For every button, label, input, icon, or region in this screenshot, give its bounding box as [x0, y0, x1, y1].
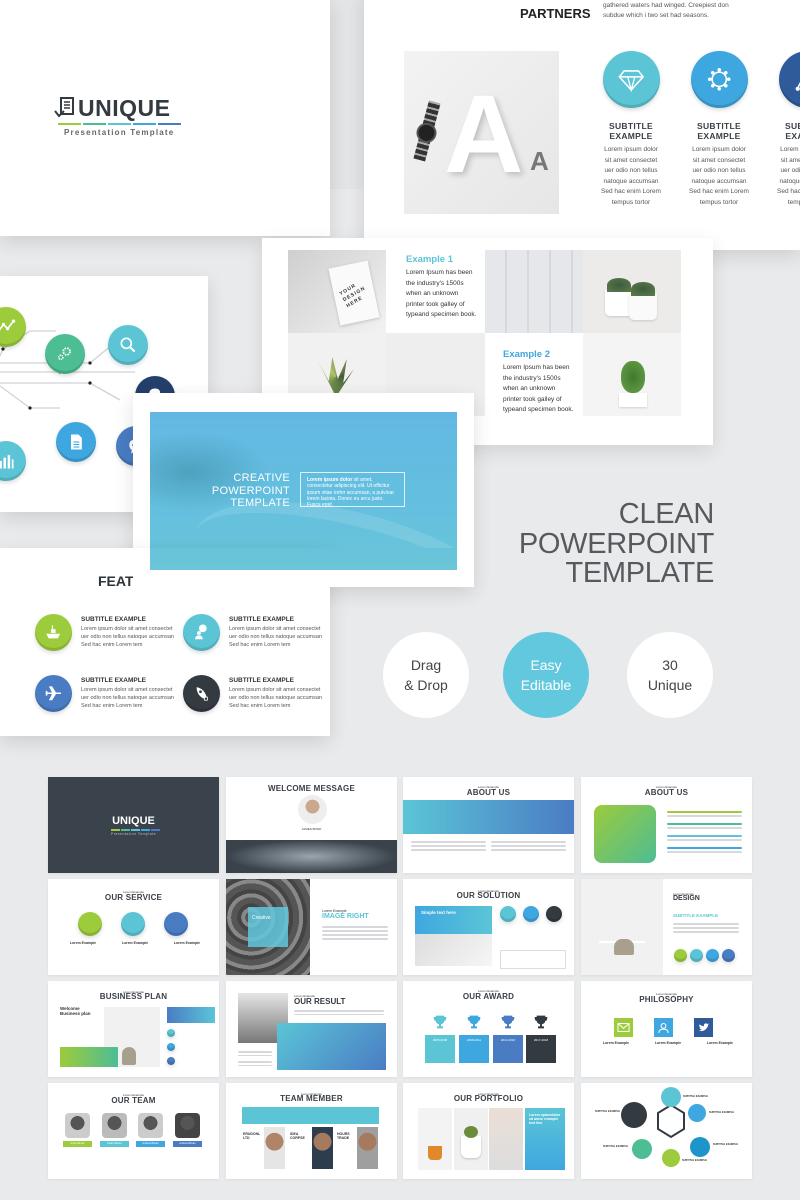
badge-30-unique: 30 Unique [627, 632, 713, 718]
succulents-photo [583, 250, 681, 333]
partner-item-title: SUBTITLE EXAMPLE [785, 121, 800, 141]
award-item: 2008-2011 [459, 1014, 489, 1063]
award-item: 2005-2008 [425, 1014, 455, 1063]
portrait [298, 795, 327, 824]
trophy-icon [433, 1015, 447, 1029]
document-check-icon [54, 97, 74, 118]
headline-line: TEMPLATE [565, 557, 714, 589]
gears-icon [58, 347, 71, 361]
pen-tool-icon [795, 81, 800, 92]
partner-item-text: Lorem ipsum dolorsit amet consectetuer o… [601, 146, 661, 206]
thumbnail-hexagon-infographic[interactable]: SUBTITLE EXAMPLE SUBTITLE EXAMPLE SUBTIT… [581, 1083, 752, 1179]
trophy-icon [534, 1015, 548, 1029]
headline: CLEAN POWERPOINT TEMPLATE [480, 498, 715, 589]
mockup-photo: YOUR DESIGN HERE [288, 250, 386, 333]
award-item: 2013-2016 [493, 1014, 523, 1063]
thumb-logo: UNIQUE [112, 815, 155, 827]
thumbnail-team-member[interactable]: Lorem Example TEAM MEMBER ERUDONL LTD ID… [226, 1083, 397, 1179]
thumbnail-our-team[interactable]: Lorem Example OUR TEAM Angie Binder Pedr… [48, 1083, 219, 1179]
hero-slide: UNIQUE Presentation Template [0, 0, 330, 236]
thumbnail-philosophy[interactable]: Lorem Example PHILOSOPHY Lorem Example Lo… [581, 981, 752, 1077]
thumbnail-cover[interactable]: UNIQUE Presentation Template [48, 777, 219, 873]
thumbnail-business-plan[interactable]: Lorem Example BUSINESS PLAN Welcome Busi… [48, 981, 219, 1077]
partner-item: SUBTITLE EXAMPLE Lorem ipsum dolorsit am… [762, 51, 800, 208]
twitter-icon [698, 1023, 710, 1032]
thumbnail-image-right[interactable]: Creative Lorem Example IMAGE RIGHT [226, 879, 397, 975]
pen-tool-icon-circle [778, 51, 800, 108]
partners-intro: gathered waters had winged. Creepiest do… [603, 2, 729, 19]
award-item: 2017-2018 [526, 1014, 556, 1063]
small-letter-a: A [530, 146, 549, 176]
rocket-icon [196, 687, 209, 701]
partners-slide: OUR PARTNERS gathered waters had winged.… [364, 0, 800, 250]
partner-item-text: Lorem ipsum dolorsit amet consectetuer o… [777, 146, 800, 206]
search-icon [120, 337, 136, 353]
partner-item: SUBTITLE EXAMPLE Lorem ipsum dolorsit am… [586, 51, 676, 208]
letter-a-photo: A A [404, 51, 559, 214]
thumbnail-our-portfolio[interactable]: Lorem Example OUR PORTFOLIO Lorem optumd… [403, 1083, 574, 1179]
thumbnail-our-result[interactable]: Lorem Example OUR RESULT [226, 981, 397, 1077]
network-icon [707, 68, 731, 91]
idea-person-icon [195, 624, 207, 640]
logo-color-bar [58, 123, 181, 125]
thumbnail-design[interactable]: Lorem Example DESIGN SUBTITLE EXAMPLE [581, 879, 752, 975]
example-2-block: Example 2 Lorem Ipsum has been the indust… [503, 349, 574, 413]
badge-drag-drop: Drag & Drop [383, 632, 469, 718]
network-icon-circle [690, 51, 748, 108]
thumbnail-our-solution[interactable]: Lorem Example OUR SOLUTION Simple text h… [403, 879, 574, 975]
user-icon [658, 1023, 669, 1034]
thumbnail-welcome[interactable]: WELCOME MESSAGE JAMES BOND [226, 777, 397, 873]
network-node [45, 334, 85, 374]
headline-line: CLEAN [618, 498, 715, 530]
mail-icon [617, 1023, 630, 1032]
features-title-partial: FEAT [98, 573, 134, 589]
feature-item-title: SUBTITLE EXAMPLE [229, 677, 295, 684]
creative-title: CREATIVE POWERPOINT TEMPLATE [211, 472, 290, 509]
logo-subtitle: Presentation Template [64, 128, 175, 137]
example-1-title: Example 1 [406, 254, 453, 265]
diamond-icon [618, 70, 644, 93]
wristwatch [413, 100, 441, 162]
trophy-icon [501, 1015, 515, 1029]
document-icon [71, 434, 82, 450]
thumbnail-about-us-1[interactable]: Lorem Example ABOUT US [403, 777, 574, 873]
airplane-icon [45, 686, 62, 701]
thumbnail-our-award[interactable]: Lorem Example OUR AWARD 2005-2008 2008-2… [403, 981, 574, 1077]
partners-title-partial: OUR [529, 0, 562, 3]
potted-plant-photo [583, 333, 681, 416]
trophy-icon [467, 1015, 481, 1029]
example-2-title: Example 2 [503, 349, 550, 360]
partner-item-title: SUBTITLE EXAMPLE [609, 121, 653, 141]
feature-item-title: SUBTITLE EXAMPLE [81, 677, 147, 684]
headline-line: POWERPOINT [518, 527, 714, 560]
network-node [108, 325, 148, 365]
partner-item-title: SUBTITLE EXAMPLE [697, 121, 741, 141]
thumbnail-our-service[interactable]: Lorem Example OUR SERVICE Lorem Example L… [48, 879, 219, 975]
ship-icon [46, 625, 61, 639]
big-letter-a: A [444, 73, 524, 196]
hexagon-diagram [621, 1087, 710, 1167]
building-photo [485, 250, 583, 333]
network-node [56, 422, 96, 462]
logo-text: UNIQUE [78, 95, 171, 121]
partners-title: PARTNERS [520, 6, 591, 21]
partner-item-text: Lorem ipsum dolorsit amet consectetuer o… [689, 146, 749, 206]
partner-item: SUBTITLE EXAMPLE Lorem ipsum dolorsit am… [674, 51, 764, 208]
creative-slide-overlap [133, 548, 474, 587]
diamond-icon-circle [602, 51, 660, 108]
badge-easy-editable: Easy Editable [503, 632, 589, 718]
bar-chart-icon [0, 455, 14, 469]
chart-line-icon [0, 319, 16, 331]
feature-item-title: SUBTITLE EXAMPLE [81, 616, 147, 623]
thumbnail-about-us-2[interactable]: Lorem Example ABOUT US [581, 777, 752, 873]
creative-text-box: Lorem ipsum dolor sit amet, consectetur … [300, 472, 405, 508]
feature-item-title: SUBTITLE EXAMPLE [229, 616, 295, 623]
example-1-block: Example 1 Lorem Ipsum has been the indust… [406, 254, 477, 318]
